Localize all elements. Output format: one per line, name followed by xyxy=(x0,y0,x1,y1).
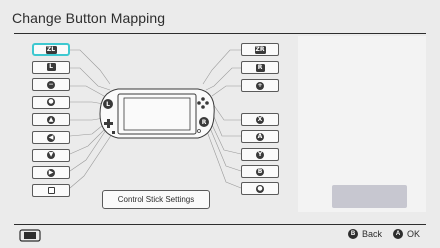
ok-label: OK xyxy=(407,229,421,239)
zl-button-icon: ZL xyxy=(45,45,57,54)
zl-button[interactable]: ZL xyxy=(32,43,70,56)
b-button[interactable]: B xyxy=(241,165,279,178)
a-button-icon: A xyxy=(256,132,264,141)
r-button[interactable]: R xyxy=(241,61,279,74)
right-stick-button-icon: ● xyxy=(256,184,264,193)
right-dpad-button-icon: ▶ xyxy=(47,168,55,177)
l-button-icon: L xyxy=(46,63,56,72)
control-stick-settings-button[interactable]: Control Stick Settings xyxy=(102,190,210,209)
left-stick-button[interactable]: ● xyxy=(32,95,70,109)
capture-button[interactable] xyxy=(32,183,70,197)
plus-button[interactable]: + xyxy=(241,79,279,92)
l-button[interactable]: L xyxy=(32,60,70,74)
left-dpad-button-icon: ◀ xyxy=(47,133,55,142)
x-button[interactable]: X xyxy=(241,113,279,126)
up-button-icon: ▲ xyxy=(47,115,55,124)
down-button[interactable]: ▼ xyxy=(32,148,70,162)
back-label: Back xyxy=(362,229,383,239)
svg-text:R: R xyxy=(202,119,207,126)
right-dpad-button[interactable]: ▶ xyxy=(32,166,70,180)
a-button-icon: A xyxy=(393,229,403,239)
right-stick-button[interactable]: ● xyxy=(241,182,279,195)
b-button-icon: B xyxy=(348,229,358,239)
minus-button-icon: − xyxy=(47,80,55,89)
b-button-icon: B xyxy=(256,167,264,176)
plus-button-icon: + xyxy=(256,81,264,90)
ok-hint[interactable]: A OK xyxy=(393,229,420,239)
disabled-action-button xyxy=(332,185,407,208)
left-stick-button-icon: ● xyxy=(47,98,55,107)
r-button-icon: R xyxy=(255,63,265,72)
y-button-icon: Y xyxy=(256,150,264,159)
svg-text:L: L xyxy=(106,101,110,108)
a-button[interactable]: A xyxy=(241,130,279,143)
zr-button-icon: ZR xyxy=(254,45,266,54)
down-button-icon: ▼ xyxy=(47,151,55,160)
capture-button-icon xyxy=(47,186,55,194)
y-button[interactable]: Y xyxy=(241,148,279,161)
up-button[interactable]: ▲ xyxy=(32,113,70,127)
footer-divider xyxy=(14,224,426,225)
zr-button[interactable]: ZR xyxy=(241,43,279,56)
x-button-icon: X xyxy=(256,115,264,124)
minus-button[interactable]: − xyxy=(32,78,70,92)
back-hint[interactable]: B Back xyxy=(348,229,382,239)
left-dpad-button[interactable]: ◀ xyxy=(32,131,70,144)
